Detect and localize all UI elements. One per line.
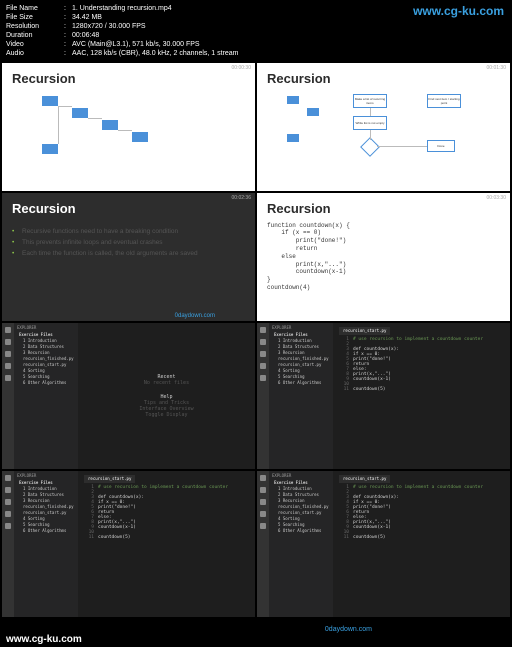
watermark-daydown-bottom: 0daydown.com	[325, 626, 372, 633]
watermark-cgku-top: www.cg-ku.com	[413, 4, 504, 20]
search-icon[interactable]	[5, 487, 11, 493]
extensions-icon[interactable]	[260, 523, 266, 529]
debug-icon[interactable]	[5, 363, 11, 369]
debug-icon[interactable]	[260, 363, 266, 369]
activity-bar[interactable]	[257, 323, 269, 469]
search-icon[interactable]	[5, 339, 11, 345]
file-explorer[interactable]: EXPLORER Exercise Files 1 Introduction 2…	[269, 323, 333, 469]
slide-title: Recursion	[267, 71, 500, 86]
timestamp: 00:02:36	[232, 195, 251, 201]
git-icon[interactable]	[260, 351, 266, 357]
activity-bar[interactable]	[257, 471, 269, 617]
thumb-6-ide-editor: EXPLORER Exercise Files 1 Introduction 2…	[257, 323, 510, 469]
watermark-daydown: 0daydown.com	[175, 313, 215, 319]
tab-bar[interactable]: recursion_start.py	[84, 475, 249, 483]
debug-icon[interactable]	[5, 511, 11, 517]
debug-icon[interactable]	[260, 511, 266, 517]
thumb-8-ide-editor: EXPLORER Exercise Files 1 Introduction 2…	[257, 471, 510, 617]
file-explorer[interactable]: EXPLORER Exercise Files 1 Introduction 2…	[14, 323, 78, 469]
thumb-1: 00:00:30 Recursion	[2, 63, 255, 191]
file-explorer[interactable]: EXPLORER Exercise Files 1 Introduction 2…	[269, 471, 333, 617]
file-explorer[interactable]: EXPLORER Exercise Files 1 Introduction 2…	[14, 471, 78, 617]
timestamp: 00:03:30	[487, 195, 506, 201]
bullet-list: Recursive functions need to have a break…	[12, 226, 245, 259]
thumbnail-grid: 00:00:30 Recursion 00:01:30 Recursion Ma…	[0, 63, 512, 617]
thumb-7-ide-editor: EXPLORER Exercise Files 1 Introduction 2…	[2, 471, 255, 617]
editor-tab[interactable]: recursion_start.py	[339, 327, 390, 335]
git-icon[interactable]	[5, 499, 11, 505]
search-icon[interactable]	[260, 487, 266, 493]
files-icon[interactable]	[5, 327, 11, 333]
code-editor[interactable]: recursion_start.py 1# use recursion to i…	[333, 471, 510, 617]
flowchart-detailed: Make a list of recurring items Find next…	[267, 90, 500, 170]
files-icon[interactable]	[260, 475, 266, 481]
code-editor[interactable]: recursion_start.py 1# use recursion to i…	[333, 323, 510, 469]
files-icon[interactable]	[260, 327, 266, 333]
thumb-3: 00:02:36 Recursion Recursive functions n…	[2, 193, 255, 321]
git-icon[interactable]	[260, 499, 266, 505]
tab-bar[interactable]: recursion_start.py	[339, 475, 504, 483]
editor-tab[interactable]: recursion_start.py	[339, 475, 390, 483]
slide-title: Recursion	[12, 201, 245, 216]
slide-title: Recursion	[12, 71, 245, 86]
editor-tab[interactable]: recursion_start.py	[84, 475, 135, 483]
tab-bar[interactable]: recursion_start.py	[339, 327, 504, 335]
extensions-icon[interactable]	[5, 375, 11, 381]
thumb-5-ide-welcome: EXPLORER Exercise Files 1 Introduction 2…	[2, 323, 255, 469]
thumb-4: 00:03:30 Recursion function countdown(x)…	[257, 193, 510, 321]
timestamp: 00:01:30	[487, 65, 506, 71]
timestamp: 00:00:30	[232, 65, 251, 71]
search-icon[interactable]	[260, 339, 266, 345]
git-icon[interactable]	[5, 351, 11, 357]
activity-bar[interactable]	[2, 323, 14, 469]
pseudocode: function countdown(x) { if (x == 0) prin…	[267, 222, 500, 292]
extensions-icon[interactable]	[5, 523, 11, 529]
slide-title: Recursion	[267, 201, 500, 216]
code-editor[interactable]: recursion_start.py 1# use recursion to i…	[78, 471, 255, 617]
extensions-icon[interactable]	[260, 375, 266, 381]
flowchart-simple	[12, 90, 245, 170]
media-info-header: File Name:1. Understanding recursion.mp4…	[0, 0, 512, 63]
watermark-cgku-bottom: www.cg-ku.com	[6, 634, 82, 645]
activity-bar[interactable]	[2, 471, 14, 617]
files-icon[interactable]	[5, 475, 11, 481]
welcome-screen: Recent No recent files Help Tips and Tri…	[78, 323, 255, 469]
thumb-2: 00:01:30 Recursion Make a list of recurr…	[257, 63, 510, 191]
